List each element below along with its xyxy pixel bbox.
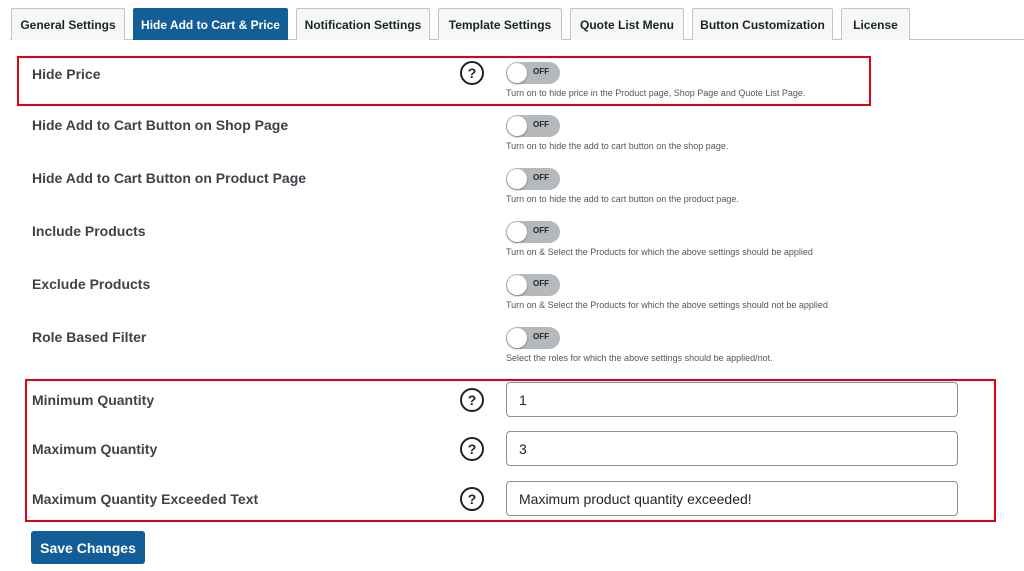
hide-cart-product-label: Hide Add to Cart Button on Product Page (32, 170, 307, 186)
include-products-toggle[interactable]: OFF (506, 221, 560, 243)
toggle-state-text: OFF (533, 120, 549, 129)
save-changes-button[interactable]: Save Changes (31, 531, 145, 564)
role-based-filter-label: Role Based Filter (32, 329, 147, 345)
minimum-quantity-label: Minimum Quantity (32, 392, 155, 408)
tab-hide-add-to-cart-price[interactable]: Hide Add to Cart & Price (133, 8, 288, 40)
toggle-knob (507, 116, 527, 136)
minimum-quantity-help-icon[interactable]: ? (460, 388, 484, 412)
include-products-description: Turn on & Select the Products for which … (506, 247, 813, 257)
toggle-state-text: OFF (533, 67, 549, 76)
hide-cart-product-description: Turn on to hide the add to cart button o… (506, 194, 739, 204)
hide-price-description: Turn on to hide price in the Product pag… (506, 88, 806, 98)
toggle-knob (507, 169, 527, 189)
exclude-products-description: Turn on & Select the Products for which … (506, 300, 828, 310)
exclude-products-label: Exclude Products (32, 276, 151, 292)
settings-tab-bar: General Settings Hide Add to Cart & Pric… (0, 0, 1024, 40)
tab-general-settings[interactable]: General Settings (11, 8, 125, 40)
toggle-state-text: OFF (533, 279, 549, 288)
hide-price-label: Hide Price (32, 66, 101, 82)
tab-license[interactable]: License (841, 8, 910, 40)
maximum-quantity-label: Maximum Quantity (32, 441, 158, 457)
exclude-products-toggle[interactable]: OFF (506, 274, 560, 296)
toggle-knob (507, 63, 527, 83)
tab-template-settings[interactable]: Template Settings (438, 8, 562, 40)
max-quantity-exceeded-text-help-icon[interactable]: ? (460, 487, 484, 511)
hide-cart-shop-toggle[interactable]: OFF (506, 115, 560, 137)
toggle-knob (507, 275, 527, 295)
toggle-state-text: OFF (533, 173, 549, 182)
hide-price-toggle[interactable]: OFF (506, 62, 560, 84)
tab-button-customization[interactable]: Button Customization (692, 8, 833, 40)
toggle-knob (507, 328, 527, 348)
maximum-quantity-input[interactable] (506, 431, 958, 466)
minimum-quantity-input[interactable] (506, 382, 958, 417)
include-products-label: Include Products (32, 223, 146, 239)
hide-cart-shop-description: Turn on to hide the add to cart button o… (506, 141, 729, 151)
max-quantity-exceeded-text-label: Maximum Quantity Exceeded Text (32, 491, 259, 507)
hide-cart-product-toggle[interactable]: OFF (506, 168, 560, 190)
maximum-quantity-help-icon[interactable]: ? (460, 437, 484, 461)
tab-notification-settings[interactable]: Notification Settings (296, 8, 430, 40)
toggle-state-text: OFF (533, 332, 549, 341)
toggle-knob (507, 222, 527, 242)
highlight-box-hide-price (17, 56, 871, 106)
tab-quote-list-menu[interactable]: Quote List Menu (570, 8, 684, 40)
hide-price-help-icon[interactable]: ? (460, 61, 484, 85)
toggle-state-text: OFF (533, 226, 549, 235)
role-based-filter-toggle[interactable]: OFF (506, 327, 560, 349)
role-based-filter-description: Select the roles for which the above set… (506, 353, 773, 363)
max-quantity-exceeded-text-input[interactable] (506, 481, 958, 516)
hide-cart-shop-label: Hide Add to Cart Button on Shop Page (32, 117, 289, 133)
